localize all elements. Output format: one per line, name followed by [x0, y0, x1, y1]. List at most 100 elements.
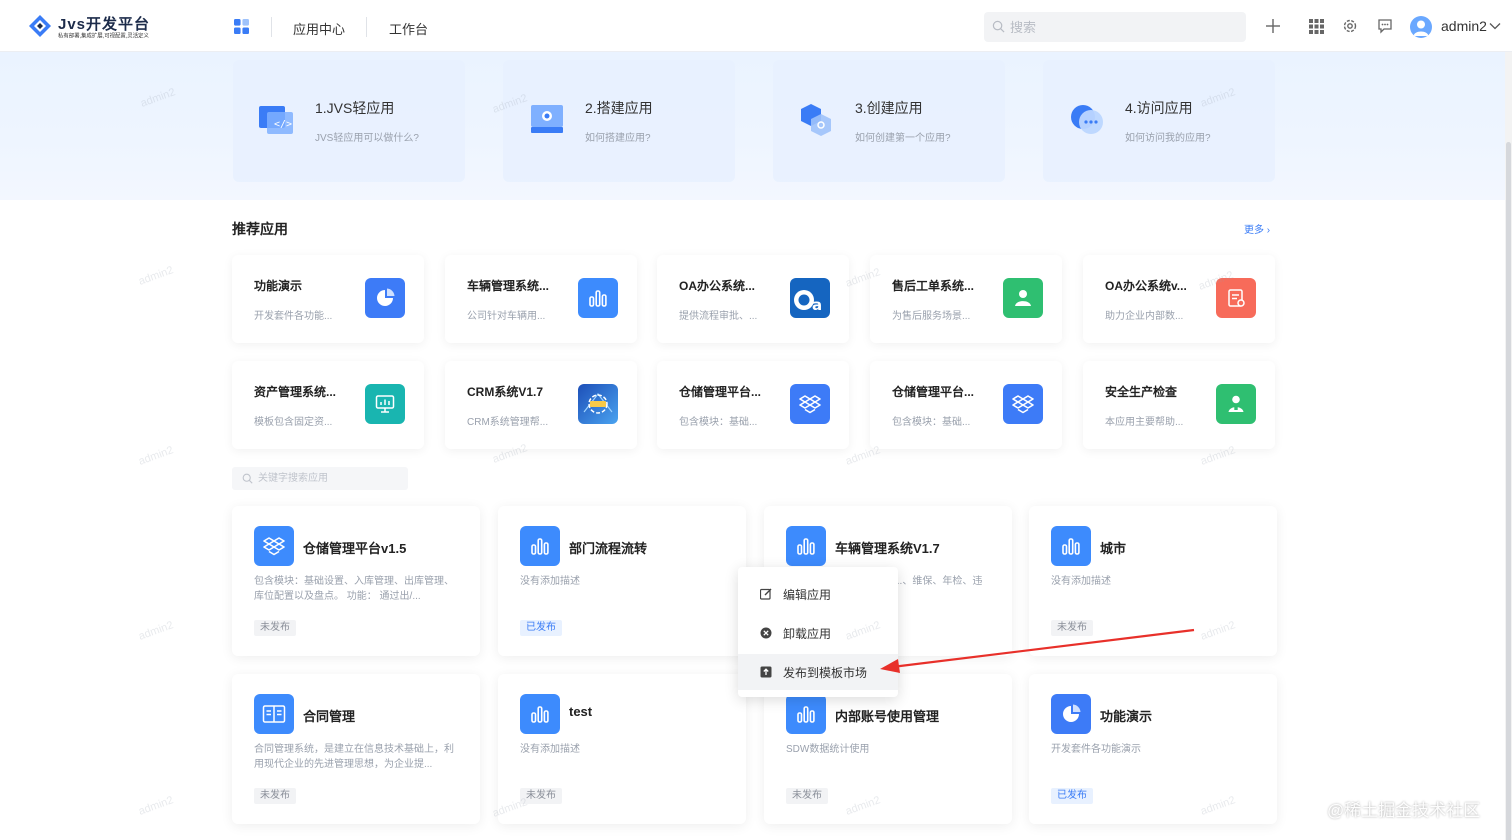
scrollbar-thumb[interactable]: [1506, 142, 1511, 840]
menu-uninstall-app[interactable]: 卸载应用: [738, 615, 898, 651]
app-card[interactable]: 功能演示 开发套件各功能演示 已发布: [1029, 674, 1277, 824]
nav-divider: [271, 17, 272, 37]
recommended-title: 推荐应用: [232, 221, 288, 237]
more-link[interactable]: 更多 ›: [1244, 221, 1270, 236]
search-input[interactable]: [1010, 18, 1230, 36]
gear-icon: [1343, 19, 1357, 33]
app-card[interactable]: 城市 没有添加描述 未发布: [1029, 506, 1277, 656]
nav-app-center[interactable]: 应用中心: [293, 19, 345, 38]
recommended-app-card[interactable]: 售后工单系统... 为售后服务场景...: [870, 255, 1062, 343]
app-name: 车辆管理系统V1.7: [835, 541, 940, 556]
app-desc: 助力企业内部数...: [1105, 311, 1184, 322]
recommended-app-card[interactable]: OA办公系统v... 助力企业内部数...: [1083, 255, 1275, 343]
app-name: 仓储管理平台v1.5: [303, 541, 407, 556]
chat-dots-icon: [1071, 105, 1103, 134]
guide-card-create-app[interactable]: 3.创建应用 如何创建第一个应用?: [773, 60, 1005, 182]
dropbox-icon: [790, 384, 830, 424]
site-credit-watermark: @稀土掘金技术社区: [1327, 801, 1481, 820]
status-badge: 未发布: [254, 620, 296, 636]
app-name: 车辆管理系统...: [467, 279, 550, 293]
pie-chart-icon: [365, 278, 405, 318]
recommended-app-card[interactable]: CRM系统V1.7 CRM系统管理帮...: [445, 361, 637, 449]
guide-desc: 如何搭建应用?: [585, 133, 651, 144]
page-scrollbar[interactable]: [1505, 52, 1512, 840]
status-badge: 未发布: [1051, 620, 1093, 636]
recommended-app-card[interactable]: 安全生产检查 本应用主要帮助...: [1083, 361, 1275, 449]
apps-menu-button[interactable]: [1307, 17, 1325, 35]
app-card[interactable]: test 没有添加描述 未发布: [498, 674, 746, 824]
app-search[interactable]: [232, 467, 408, 490]
app-name: 功能演示: [254, 279, 303, 293]
chevron-down-icon[interactable]: [1489, 20, 1501, 32]
top-navigation-bar: Jvs开发平台 私有部署,集成扩展,可视配置,灵活定义 应用中心 工作台 adm…: [0, 0, 1512, 52]
app-desc: 包含模块：基础...: [892, 417, 971, 428]
app-desc: 没有添加描述: [520, 576, 580, 587]
app-card[interactable]: 部门流程流转 没有添加描述 已发布: [498, 506, 746, 656]
status-badge: 未发布: [786, 788, 828, 804]
app-name: 内部账号使用管理: [835, 709, 940, 724]
app-desc: 模板包含固定资...: [254, 417, 333, 428]
nav-workbench[interactable]: 工作台: [389, 19, 428, 38]
app-name: 功能演示: [1100, 709, 1153, 724]
app-desc: 没有添加描述: [520, 744, 580, 755]
app-name: CRM系统V1.7: [467, 385, 544, 399]
menu-edit-app[interactable]: 编辑应用: [738, 576, 898, 612]
global-search[interactable]: [984, 12, 1246, 42]
edit-icon: [760, 588, 772, 600]
app-name: 资产管理系统...: [254, 385, 337, 399]
guide-title: 2.搭建应用: [585, 100, 653, 116]
app-desc: 提供流程审批、...: [679, 311, 758, 322]
status-badge: 未发布: [520, 788, 562, 804]
dropbox-icon: [1003, 384, 1043, 424]
app-name: 售后工单系统...: [892, 279, 975, 293]
uninstall-icon: [760, 627, 772, 639]
recommended-app-card[interactable]: OA办公系统... 提供流程审批、... a: [657, 255, 849, 343]
app-desc: SDW数据统计使用: [786, 744, 870, 755]
menu-label: 卸载应用: [783, 627, 832, 641]
guide-card-access-app[interactable]: 4.访问应用 如何访问我的应用?: [1043, 60, 1275, 182]
inspector-icon: [1216, 384, 1256, 424]
app-desc: 没有添加描述: [1051, 576, 1111, 587]
recommended-app-card[interactable]: 功能演示 开发套件各功能...: [232, 255, 424, 343]
menu-publish-to-template-market[interactable]: 发布到模板市场: [738, 654, 898, 690]
menu-label: 编辑应用: [783, 588, 832, 602]
app-name: 合同管理: [303, 709, 356, 724]
chat-bubble-icon: [1378, 19, 1392, 34]
recommended-app-card[interactable]: 仓储管理平台... 包含模块：基础...: [657, 361, 849, 449]
jvs-logo[interactable]: Jvs开发平台 私有部署,集成扩展,可视配置,灵活定义: [28, 12, 188, 40]
app-name: 安全生产检查: [1105, 385, 1178, 399]
recommended-app-card[interactable]: 车辆管理系统... 公司针对车辆用...: [445, 255, 637, 343]
user-avatar[interactable]: [1410, 16, 1432, 38]
status-badge: 已发布: [520, 620, 562, 636]
guide-card-jvs-light-app[interactable]: </> 1.JVS轻应用 JVS轻应用可以做什么?: [233, 60, 465, 182]
app-name: test: [569, 704, 593, 719]
status-badge: 未发布: [254, 788, 296, 804]
logo-subtitle: 私有部署,集成扩展,可视配置,灵活定义: [58, 33, 149, 40]
guide-desc: JVS轻应用可以做什么?: [315, 133, 419, 144]
app-search-input[interactable]: [258, 471, 404, 486]
recommended-app-card[interactable]: 资产管理系统... 模板包含固定资...: [232, 361, 424, 449]
recommended-app-card[interactable]: 仓储管理平台... 包含模块：基础...: [870, 361, 1062, 449]
guide-card-build-app[interactable]: 2.搭建应用 如何搭建应用?: [503, 60, 735, 182]
plus-icon: [1266, 19, 1280, 33]
dropbox-icon: [254, 526, 294, 566]
app-card[interactable]: 合同管理 合同管理系统，是建立在信息技术基础上，利用现代企业的先进管理思想，为企…: [232, 674, 480, 824]
bar-chart-icon: [1051, 526, 1091, 566]
more-label: 更多: [1244, 225, 1264, 236]
app-card[interactable]: 仓储管理平台v1.5 包含模块：基础设置、入库管理、出库管理、库位配置以及盘点。…: [232, 506, 480, 656]
app-desc: 本应用主要帮助...: [1105, 417, 1184, 428]
svg-text:a: a: [812, 296, 822, 314]
settings-button[interactable]: [1341, 17, 1359, 35]
crm-image-icon: [578, 384, 618, 424]
computer-icon: [531, 105, 563, 133]
app-name: 仓储管理平台...: [892, 385, 975, 399]
messages-button[interactable]: [1376, 17, 1394, 35]
add-button[interactable]: [1264, 17, 1282, 35]
nav-divider: [366, 17, 367, 37]
app-grid-icon[interactable]: [234, 19, 249, 34]
user-icon: [1413, 20, 1429, 36]
guide-desc: 如何创建第一个应用?: [855, 133, 951, 144]
user-name[interactable]: admin2: [1441, 18, 1487, 34]
service-person-icon: [1003, 278, 1043, 318]
guide-desc: 如何访问我的应用?: [1125, 133, 1211, 144]
